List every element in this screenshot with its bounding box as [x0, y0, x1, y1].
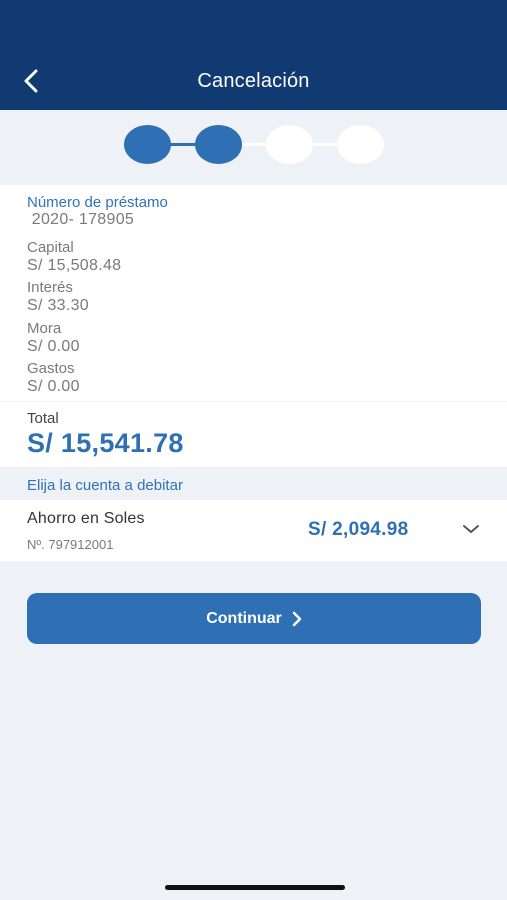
gastos-value: S/ 0.00 — [27, 378, 80, 395]
account-name: Ahorro en Soles — [27, 510, 145, 527]
account-number: Nº. 797912001 — [27, 537, 114, 552]
interest-label: Interés — [27, 279, 73, 296]
home-indicator — [165, 885, 345, 890]
chevron-right-icon — [292, 611, 302, 626]
mora-label: Mora — [27, 320, 62, 337]
step-1 — [124, 125, 171, 164]
capital-label: Capital — [27, 239, 74, 256]
page-title: Cancelación — [197, 70, 310, 92]
loan-number-value: 2020- 178905 — [27, 211, 135, 228]
step-2 — [195, 125, 242, 164]
loan-number-label: Número de préstamo — [27, 194, 168, 211]
total-value: S/ 15,541.78 — [27, 428, 184, 458]
capital-value: S/ 15,508.48 — [27, 257, 122, 274]
step-3 — [266, 125, 313, 164]
step-connector-2 — [241, 143, 269, 146]
total-label: Total — [27, 410, 59, 427]
debit-section-label: Elija la cuenta a debitar — [27, 477, 183, 494]
gastos-label: Gastos — [27, 360, 75, 377]
continue-label: Continuar — [206, 609, 282, 627]
mora-value: S/ 0.00 — [27, 338, 80, 355]
step-4 — [337, 125, 384, 164]
chevron-down-icon[interactable] — [461, 522, 481, 536]
top-bar — [0, 0, 507, 110]
continue-button[interactable]: Continuar — [27, 593, 481, 644]
step-connector-3 — [312, 143, 340, 146]
interest-value: S/ 33.30 — [27, 297, 90, 314]
step-connector-1 — [169, 143, 197, 146]
stepper — [0, 110, 507, 185]
account-balance: S/ 2,094.98 — [308, 519, 409, 540]
